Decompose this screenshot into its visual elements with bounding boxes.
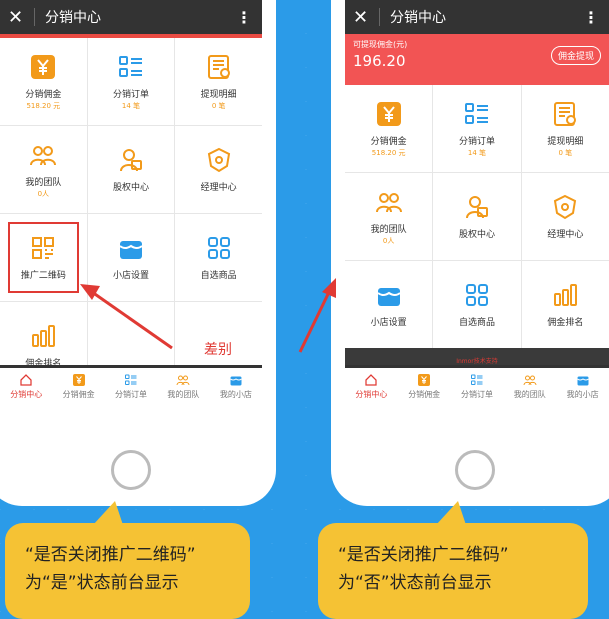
caption-line2: 为“是”状态前台显示 — [25, 573, 179, 593]
right-caption-bubble: “是否关闭推广二维码” 为“否”状态前台显示 — [318, 501, 588, 619]
caption-line1: “是否关闭推广二维码” — [338, 545, 509, 565]
bubble-tail — [93, 501, 123, 525]
arrow-line-left — [91, 290, 173, 350]
caption-line2: 为“否”状态前台显示 — [338, 573, 492, 593]
arrow-head-left — [80, 284, 100, 300]
caption-line1: “是否关闭推广二维码” — [25, 545, 196, 565]
arrow-head-right — [322, 278, 336, 298]
arrow-line-right — [298, 289, 332, 353]
difference-label: 差别 — [204, 342, 232, 358]
bubble-tail — [436, 501, 466, 525]
left-caption-bubble: “是否关闭推广二维码” 为“是”状态前台显示 — [5, 501, 250, 619]
